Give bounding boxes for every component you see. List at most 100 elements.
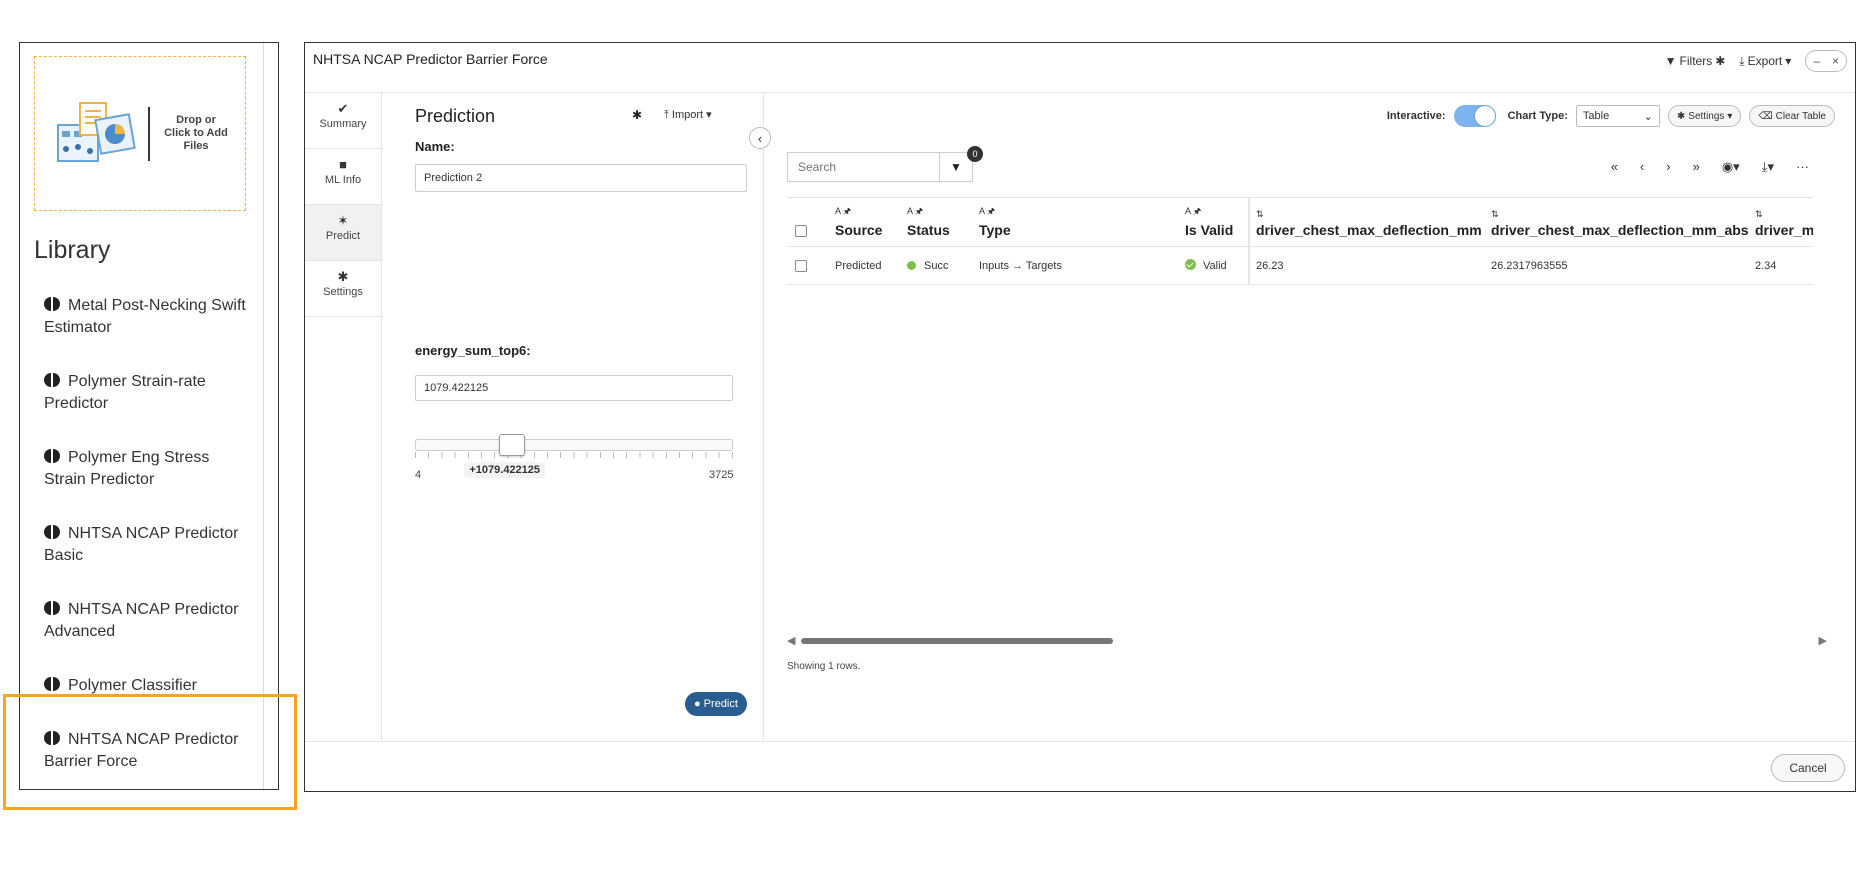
column-header-source[interactable]: A 🖈 Source — [829, 197, 901, 247]
chevron-left-icon: ‹ — [757, 130, 763, 146]
table-row[interactable]: Predicted Succ Inputs → Targets Valid 26… — [787, 246, 1813, 285]
window-toolbar: ▼ Filters ✱ ⤓ Export ▾ – × — [1665, 50, 1847, 72]
more-options-button[interactable]: ··· — [1796, 159, 1809, 175]
column-header-status[interactable]: A 🖈 Status — [901, 197, 973, 247]
slider-min-label: 4 — [415, 469, 422, 481]
select-all-checkbox[interactable] — [795, 225, 807, 238]
clear-table-label: Clear Table — [1775, 110, 1826, 122]
prediction-form: Prediction ✱ ⤒ Import ▾ Name: energy_sum… — [382, 93, 764, 741]
form-settings-gear-icon[interactable]: ✱ — [632, 108, 642, 122]
results-area: Interactive: Chart Type: Table ⌄ ✱ Setting… — [765, 93, 1855, 741]
last-page-button[interactable]: » — [1693, 159, 1700, 175]
minimize-button[interactable]: – — [1810, 54, 1823, 68]
interactive-toggle[interactable] — [1453, 105, 1496, 127]
brain-icon — [44, 731, 60, 745]
export-label: Export — [1747, 54, 1783, 68]
cell-type: Inputs → Targets — [973, 246, 1179, 285]
cell-chest-deflection: 26.23 — [1248, 246, 1485, 285]
horizontal-scrollbar[interactable]: ◀ ▶ — [787, 635, 1827, 647]
slider-max-label: 3725 — [709, 469, 734, 481]
status-dot-icon — [907, 260, 916, 270]
gear-icon: ✱ — [337, 269, 349, 284]
library-item-label: NHTSA NCAP Predictor Basic — [44, 525, 239, 564]
status-text: Succ — [924, 259, 949, 272]
brain-icon — [44, 525, 60, 539]
export-button[interactable]: ⤓ Export ▾ — [1739, 54, 1791, 69]
column-header-chest-deflection-abs[interactable]: ⇅ driver_chest_max_deflection_mm_abs — [1485, 197, 1749, 247]
brain-icon — [44, 373, 60, 387]
pagination: « ‹ › » ◉▾ ⤓▾ ··· — [1611, 159, 1809, 175]
scroll-right-icon[interactable]: ▶ — [1819, 634, 1827, 647]
column-header-driver-m[interactable]: ⇅ driver_m — [1749, 197, 1813, 247]
chevron-down-icon: ▾ — [1785, 54, 1792, 68]
filter-icon: ▼ — [950, 160, 962, 174]
row-count-text: Showing 1 rows. — [787, 661, 861, 672]
energy-param-slider[interactable] — [415, 434, 733, 458]
cancel-button[interactable]: Cancel — [1771, 754, 1845, 782]
slider-track — [415, 439, 733, 451]
library-item-label: NHTSA NCAP Predictor Advanced — [44, 601, 239, 640]
energy-param-input[interactable] — [415, 375, 733, 401]
chart-type-value: Table — [1582, 110, 1610, 122]
column-label: Is Valid — [1185, 222, 1234, 238]
file-dropzone[interactable]: Drop or Click to Add Files — [34, 56, 246, 211]
first-page-button[interactable]: « — [1611, 159, 1618, 175]
row-select-cell — [787, 246, 829, 285]
import-button[interactable]: ⤒ Import ▾ — [664, 108, 712, 122]
library-item[interactable]: NHTSA NCAP Predictor Basic — [44, 523, 254, 599]
panel-divider — [263, 43, 264, 789]
cell-source: Predicted — [829, 246, 901, 285]
search-input[interactable] — [787, 152, 939, 182]
nav-ml-info[interactable]: ■ ML Info — [305, 149, 381, 205]
column-label: driver_chest_max_deflection_mm — [1256, 222, 1482, 238]
sort-icon: ⇅ — [1755, 209, 1763, 219]
dropzone-separator — [148, 106, 150, 161]
predict-button[interactable]: ● Predict — [685, 692, 747, 716]
cell-status: Succ — [901, 246, 973, 285]
column-type-tag: A 🖈 — [835, 206, 852, 216]
column-header-is-valid[interactable]: A 🖈 Is Valid — [1179, 197, 1249, 247]
row-checkbox[interactable] — [795, 259, 807, 272]
nav-predict[interactable]: ✶ Predict — [305, 205, 381, 261]
nav-summary[interactable]: ✔ Summary — [305, 93, 381, 149]
filters-button[interactable]: ▼ Filters ✱ — [1665, 54, 1726, 68]
nav-label: ML Info — [324, 174, 362, 186]
chart-type-select[interactable]: Table ⌄ — [1575, 105, 1660, 127]
library-item[interactable]: Metal Post-Necking Swift Estimator — [44, 295, 254, 371]
nav-settings[interactable]: ✱ Settings — [305, 261, 381, 317]
library-item[interactable]: Polymer Eng Stress Strain Predictor — [44, 447, 254, 523]
scroll-left-icon[interactable]: ◀ — [787, 634, 795, 647]
library-item-label: Polymer Strain-rate Predictor — [44, 373, 206, 412]
nav-label: Summary — [319, 118, 367, 130]
download-table-button[interactable]: ⤓▾ — [1762, 159, 1774, 175]
library-item-label: Polymer Eng Stress Strain Predictor — [44, 449, 210, 488]
prev-page-button[interactable]: ‹ — [1640, 159, 1644, 175]
column-visibility-button[interactable]: ◉▾ — [1722, 159, 1740, 175]
library-item-selected[interactable]: NHTSA NCAP Predictor Barrier Force — [44, 729, 254, 805]
clear-table-button[interactable]: ⌫ Clear Table — [1749, 105, 1835, 127]
library-item[interactable]: Polymer Classifier — [44, 675, 254, 729]
slider-value-tooltip: +1079.422125 — [464, 462, 546, 478]
filters-label: Filters — [1679, 54, 1713, 68]
slider-thumb[interactable] — [499, 434, 526, 456]
import-label: Import — [671, 109, 704, 121]
library-item[interactable]: NHTSA NCAP Predictor Advanced — [44, 599, 254, 675]
brain-icon: ● — [694, 698, 701, 710]
column-header-chest-deflection[interactable]: ⇅ driver_chest_max_deflection_mm — [1248, 197, 1485, 247]
column-type-tag: A 🖈 — [1185, 206, 1202, 216]
library-item[interactable]: Polymer Strain-rate Predictor — [44, 371, 254, 447]
column-header-type[interactable]: A 🖈 Type — [973, 197, 1179, 247]
name-input[interactable] — [415, 164, 747, 192]
close-button[interactable]: × — [1829, 54, 1842, 68]
nav-label: Settings — [323, 286, 363, 298]
brain-icon — [44, 677, 60, 691]
scrollbar-thumb[interactable] — [801, 638, 1113, 644]
column-label: Status — [907, 222, 950, 238]
library-item-label: Metal Post-Necking Swift Estimator — [44, 297, 246, 336]
settings-button[interactable]: ✱ Settings ▾ — [1667, 105, 1742, 127]
side-nav: ✔ Summary ■ ML Info ✶ Predict ✱ Settings — [305, 93, 382, 741]
next-page-button[interactable]: › — [1666, 159, 1670, 175]
window-title: NHTSA NCAP Predictor Barrier Force — [313, 51, 548, 67]
predict-label: Predict — [703, 698, 738, 710]
slider-ticks — [415, 452, 733, 458]
